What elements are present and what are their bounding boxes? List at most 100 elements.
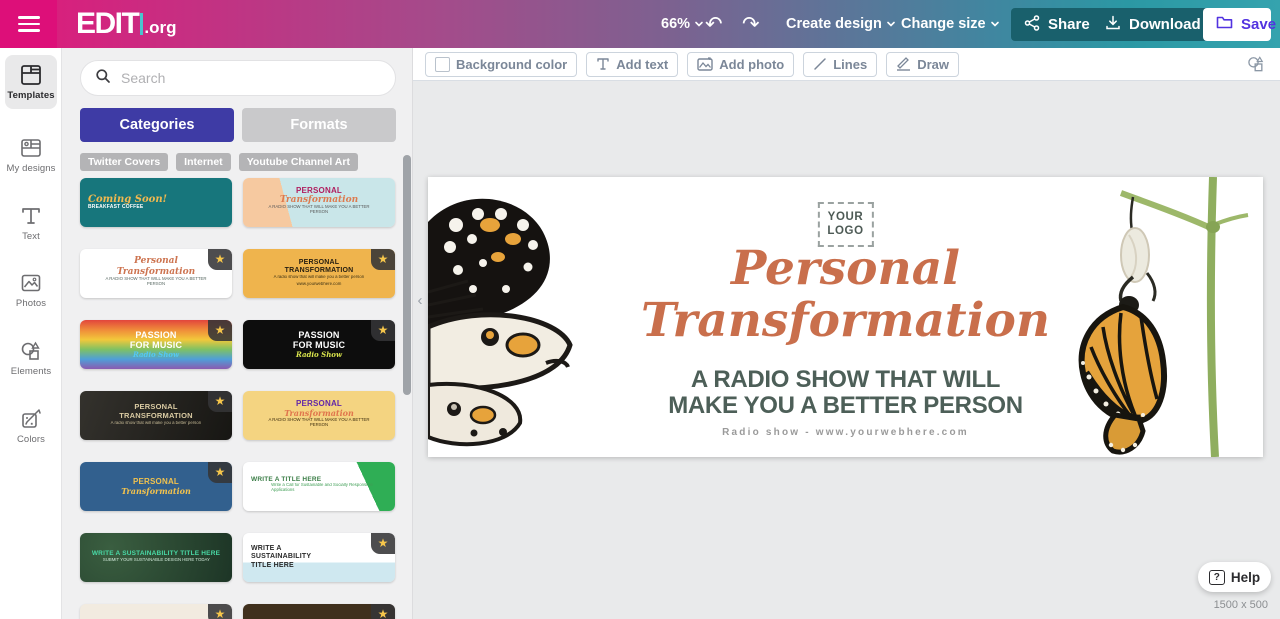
template-thumbnail-sustainability-light-blue[interactable]: WRITE A SUSTAINABILITY TITLE HERE ★ bbox=[243, 533, 395, 582]
add-text-button[interactable]: Add text bbox=[586, 51, 679, 77]
collapse-panel-chevron[interactable]: ‹ bbox=[413, 292, 427, 309]
formats-tab[interactable]: Formats bbox=[242, 108, 396, 142]
template-thumbnail-text: Transformation bbox=[284, 407, 354, 418]
template-thumbnail-text: Transformation bbox=[121, 485, 191, 496]
zoom-level-dropdown[interactable]: 66% bbox=[661, 0, 704, 48]
template-thumbnail-text: A RADIO SHOW THAT WILL MAKE YOU A BETTER… bbox=[268, 205, 370, 215]
template-thumbnail-text: TRANSFORMATION bbox=[284, 266, 354, 274]
template-thumbnail-text: PERSONAL bbox=[298, 258, 340, 266]
tag-youtube-channel-art[interactable]: Youtube Channel Art bbox=[238, 153, 358, 171]
template-thumbnail-breakfast-coffee[interactable]: Coming Soon! BREAKFAST COFFEE bbox=[80, 178, 232, 227]
add-text-icon bbox=[596, 57, 610, 71]
template-thumbnail-personal-transformation-blue[interactable]: PERSONAL Transformation ★ bbox=[80, 462, 232, 511]
canvas-title-line1[interactable]: Personal bbox=[428, 241, 1263, 296]
search-icon bbox=[95, 68, 111, 89]
change-size-label: Change size bbox=[901, 16, 986, 32]
draw-icon bbox=[896, 57, 911, 71]
template-thumbnail-crypto[interactable]: Let's talk aboutCRYPTO★ bbox=[243, 604, 395, 619]
download-label: Download bbox=[1129, 16, 1201, 33]
logo-brand-text: EDIT bbox=[76, 7, 140, 40]
template-thumbnail-text: Radio Show bbox=[295, 349, 342, 359]
tag-internet[interactable]: Internet bbox=[176, 153, 231, 171]
hamburger-menu-button[interactable] bbox=[0, 0, 57, 48]
add-photo-label: Add photo bbox=[719, 56, 785, 72]
lines-button[interactable]: Lines bbox=[803, 51, 878, 77]
panel-scrollbar[interactable] bbox=[403, 155, 411, 395]
share-button[interactable]: Share bbox=[1011, 8, 1103, 41]
premium-star-badge: ★ bbox=[208, 249, 232, 270]
template-thumbnail-text: SUSTAINABILITY bbox=[251, 553, 312, 561]
redo-icon: ↷ bbox=[742, 12, 760, 36]
edit-org-logo[interactable]: EDIT .org bbox=[76, 7, 176, 41]
redo-button[interactable]: ↷ bbox=[742, 0, 760, 48]
sidebar-item-text[interactable]: Text bbox=[5, 196, 57, 250]
lines-icon bbox=[813, 57, 827, 71]
template-thumbnail-seminar[interactable]: SEMINAR★ bbox=[80, 604, 232, 619]
sidebar-item-colors[interactable]: Colors bbox=[5, 399, 57, 453]
canvas-footer-text[interactable]: Radio show - www.yourwebhere.com bbox=[428, 427, 1263, 438]
template-thumbnail-sustainability-dark-green[interactable]: WRITE A SUSTAINABILITY TITLE HERE SUBMIT … bbox=[80, 533, 232, 582]
text-icon bbox=[19, 204, 43, 228]
logo-placeholder-line: LOGO bbox=[827, 225, 864, 238]
sidebar-item-templates[interactable]: Templates bbox=[5, 55, 57, 109]
create-design-dropdown[interactable]: Create design bbox=[786, 0, 896, 48]
canvas-title-line2[interactable]: Transformation bbox=[428, 293, 1263, 348]
template-thumbnail-text: A radio show that will make you a better… bbox=[110, 420, 202, 425]
help-label: Help bbox=[1230, 569, 1261, 585]
template-thumbnail-text: TRANSFORMATION bbox=[119, 411, 193, 421]
template-thumbnail-text: A radio show that will make you a better… bbox=[273, 274, 365, 279]
template-grid: Coming Soon! BREAKFAST COFFEE PERSONAL Tran… bbox=[80, 178, 396, 619]
template-thumbnail-personal-transformation-flowers[interactable]: PERSONAL Transformation A RADIO SHOW THAT … bbox=[243, 178, 395, 227]
template-thumbnail-text: SUBMIT YOUR SUSTAINABLE DESIGN HERE TODA… bbox=[102, 557, 210, 563]
help-icon: ? bbox=[1208, 569, 1225, 585]
template-thumbnail-text: TITLE HERE bbox=[251, 561, 294, 569]
workspace: Background color Add text Add photo Line… bbox=[413, 48, 1280, 619]
undo-button[interactable]: ↶ bbox=[705, 0, 723, 48]
elements-shortcut-icon[interactable] bbox=[1246, 54, 1266, 79]
colors-icon bbox=[19, 407, 43, 431]
chevron-down-icon bbox=[694, 19, 704, 29]
draw-button[interactable]: Draw bbox=[886, 51, 959, 77]
template-thumbnail-text: PASSION bbox=[298, 330, 340, 341]
template-thumbnail-personal-transformation-mic-yellow[interactable]: PERSONAL TRANSFORMATION A radio show that … bbox=[243, 249, 395, 298]
template-thumbnail-personal-transformation-butterfly[interactable]: Personal Transformation A RADIO SHOW THAT … bbox=[80, 249, 232, 298]
template-thumbnail-text: Radio Show bbox=[132, 349, 179, 359]
download-button[interactable]: Download bbox=[1092, 8, 1214, 41]
sidebar-item-label: My designs bbox=[6, 163, 56, 174]
logo-suffix-text: .org bbox=[144, 18, 177, 37]
template-thumbnail-personal-transformation-yellow[interactable]: PERSONAL Transformation A RADIO SHOW THAT … bbox=[243, 391, 395, 440]
sidebar-item-label: Photos bbox=[15, 298, 47, 309]
templates-icon bbox=[19, 63, 43, 87]
canvas-subtitle[interactable]: A RADIO SHOW THAT WILL MAKE YOU A BETTER… bbox=[666, 367, 1026, 419]
template-thumbnail-passion-for-music-black[interactable]: PASSION FOR MUSIC Radio Show ★ bbox=[243, 320, 395, 369]
tag-twitter-covers[interactable]: Twitter Covers bbox=[80, 153, 169, 171]
sidebar-item-photos[interactable]: Photos bbox=[5, 263, 57, 317]
add-photo-button[interactable]: Add photo bbox=[687, 51, 795, 77]
create-design-label: Create design bbox=[786, 16, 882, 32]
categories-tab[interactable]: Categories bbox=[80, 108, 234, 142]
premium-star-badge: ★ bbox=[208, 604, 232, 619]
template-thumbnail-personal-transformation-dark-mic[interactable]: PERSONAL TRANSFORMATION A radio show that … bbox=[80, 391, 232, 440]
help-button[interactable]: ? Help bbox=[1198, 562, 1271, 592]
zoom-level-value: 66% bbox=[661, 16, 691, 32]
search-input[interactable] bbox=[121, 70, 381, 86]
save-button[interactable]: Save bbox=[1203, 8, 1276, 41]
add-text-label: Add text bbox=[616, 56, 669, 72]
template-thumbnail-text: Personal bbox=[134, 256, 178, 267]
template-thumbnail-write-a-title-green[interactable]: WRITE A TITLE HERE Write a Call for Susta… bbox=[243, 462, 395, 511]
add-photo-icon bbox=[697, 57, 713, 71]
header: EDIT .org 66% ↶ ↷ Create design Change si… bbox=[0, 0, 1280, 48]
design-canvas[interactable]: YOUR LOGO Personal Transformation A RADI… bbox=[428, 177, 1263, 457]
templates-panel: Categories Formats Twitter Covers Intern… bbox=[62, 48, 413, 619]
sidebar-item-elements[interactable]: Elements bbox=[5, 331, 57, 385]
premium-star-badge: ★ bbox=[371, 604, 395, 619]
background-color-button[interactable]: Background color bbox=[425, 51, 578, 77]
sidebar-item-my-designs[interactable]: My designs bbox=[5, 128, 57, 182]
logo-placeholder-line: YOUR bbox=[827, 211, 864, 223]
share-label: Share bbox=[1048, 16, 1090, 33]
photos-icon bbox=[19, 271, 43, 295]
chevron-down-icon bbox=[886, 19, 896, 29]
template-thumbnail-passion-for-music-rainbow[interactable]: PASSION FOR MUSIC Radio Show ★ bbox=[80, 320, 232, 369]
template-thumbnail-text: Write a Call for Sustainable and Sociall… bbox=[271, 483, 373, 493]
change-size-dropdown[interactable]: Change size bbox=[901, 0, 1000, 48]
